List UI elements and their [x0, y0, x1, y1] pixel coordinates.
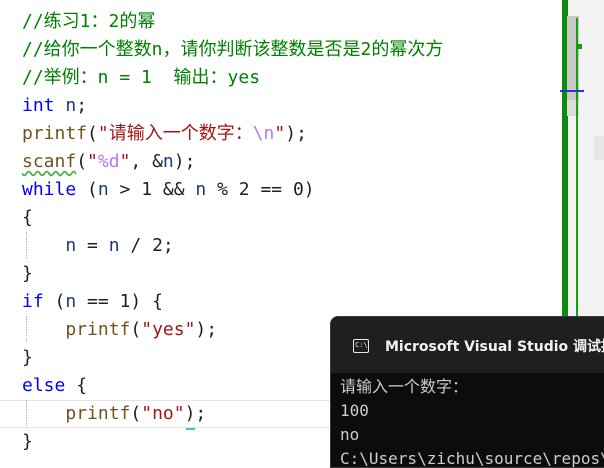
code-token: (: [76, 151, 88, 172]
code-token: ": [119, 151, 131, 172]
code-line[interactable]: int n;: [22, 92, 87, 120]
console-title: Microsoft Visual Studio 调试控制台: [385, 339, 604, 355]
code-token: %d: [97, 151, 120, 172]
console-output-line: 请输入一个数字：: [340, 377, 469, 396]
code-line[interactable]: n = n / 2;: [22, 232, 174, 260]
code-token: printf: [65, 319, 131, 340]
code-token: (: [130, 403, 142, 424]
code-line[interactable]: else {: [22, 372, 87, 400]
code-token: n: [65, 291, 77, 312]
code-token: if: [22, 291, 44, 312]
code-token: {: [65, 375, 88, 396]
code-token: % 2 == 0): [206, 179, 315, 200]
code-token: while: [22, 179, 77, 200]
code-token: ": [87, 151, 98, 172]
code-line[interactable]: printf("请输入一个数字：\n");: [22, 120, 307, 148]
scrollbar-edge: [594, 136, 604, 160]
code-token: == 1) {: [76, 291, 163, 312]
code-token: {: [22, 207, 33, 228]
code-line[interactable]: while (n > 1 && n % 2 == 0): [22, 176, 315, 204]
code-token: (: [130, 319, 142, 340]
console-output-line: no: [340, 425, 360, 444]
code-line[interactable]: //练习1：2的幂: [22, 8, 155, 36]
code-token: int: [22, 95, 55, 116]
code-line[interactable]: if (n == 1) {: [22, 288, 163, 316]
code-line[interactable]: {: [22, 204, 33, 232]
console-app-icon: C:\: [353, 339, 369, 353]
console-output-line: 100: [340, 401, 369, 420]
code-token: }: [22, 431, 33, 452]
code-line[interactable]: scanf("%d", &n);: [22, 148, 195, 176]
code-token: //给你一个整数n，请你判断该整数是否是2的幂次方: [22, 39, 444, 60]
code-token: "请输入一个数字：: [97, 123, 253, 144]
code-token: printf: [65, 403, 131, 424]
overview-caret-marker: [560, 90, 584, 92]
code-token: scanf: [22, 151, 77, 172]
code-line[interactable]: }: [22, 260, 33, 288]
code-token: }: [22, 347, 33, 368]
code-line[interactable]: }: [22, 428, 33, 452]
code-line[interactable]: }: [22, 344, 33, 372]
code-token: );: [195, 319, 218, 340]
code-token: / 2;: [119, 235, 174, 256]
code-token: n: [108, 235, 120, 256]
code-token: n: [195, 179, 207, 200]
code-token: (: [76, 179, 98, 200]
text-caret: [186, 428, 195, 430]
code-token: );: [184, 403, 207, 424]
code-line[interactable]: printf("no");: [22, 400, 206, 428]
console-title-bar[interactable]: C:\ Microsoft Visual Studio 调试控制台: [331, 317, 604, 373]
code-line[interactable]: //给你一个整数n，请你判断该整数是否是2的幂次方: [22, 36, 443, 64]
code-token: (: [87, 123, 98, 144]
code-token: );: [285, 123, 307, 144]
code-token: printf: [22, 123, 88, 144]
code-token: //举例：n = 1 输出：yes: [22, 67, 261, 88]
code-token: else: [22, 375, 66, 396]
code-token: , &: [130, 151, 163, 172]
code-token: "yes": [141, 319, 196, 340]
debug-console-window[interactable]: C:\ Microsoft Visual Studio 调试控制台 请输入一个数…: [330, 316, 604, 468]
code-line[interactable]: //举例：n = 1 输出：yes: [22, 64, 260, 92]
code-token: n: [65, 95, 77, 116]
code-token: n: [162, 151, 174, 172]
code-line[interactable]: printf("yes");: [22, 316, 217, 344]
code-token: ;: [76, 95, 88, 116]
code-token: "no": [141, 403, 185, 424]
code-token: > 1 &&: [108, 179, 196, 200]
code-token: //练习1：2的幂: [22, 11, 156, 32]
code-token: \n: [252, 123, 275, 144]
code-token: n: [97, 179, 109, 200]
code-token: ": [274, 123, 286, 144]
overview-mark: [577, 44, 582, 49]
code-token: }: [22, 263, 33, 284]
code-token: =: [76, 235, 109, 256]
code-token: n: [65, 235, 77, 256]
code-token: );: [173, 151, 196, 172]
console-output-line: C:\Users\zichu\source\repos\0: [340, 449, 604, 468]
code-token: (: [43, 291, 66, 312]
